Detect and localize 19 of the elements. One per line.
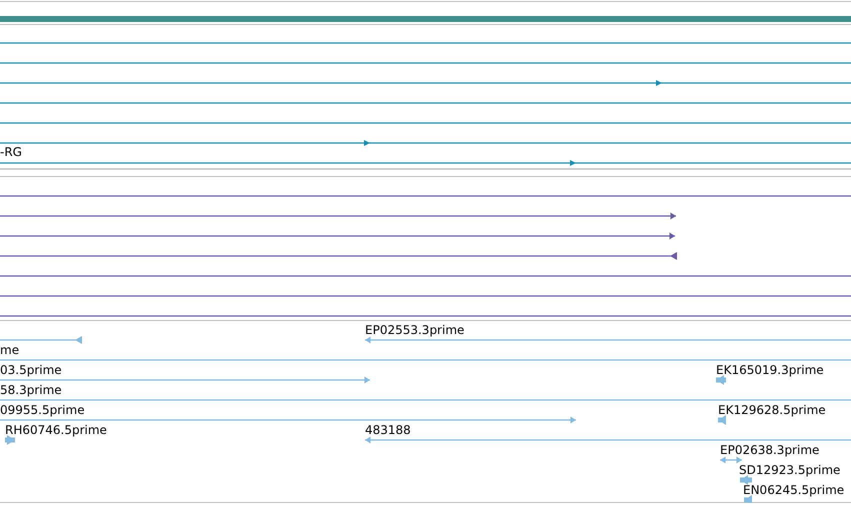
feature-label: EP02638.3prime: [720, 443, 820, 457]
feature-label: 09955.5prime: [0, 403, 85, 417]
feature-glyph: [716, 375, 726, 385]
feature-label: 483188: [365, 423, 411, 437]
feature-glyph: [744, 495, 752, 503]
feature-label: EN06245.5prime: [743, 483, 844, 497]
feature-label: RH60746.5prime: [5, 423, 107, 437]
feature-label: -RG: [0, 145, 22, 159]
feature-glyph: [740, 475, 752, 485]
feature-label: me: [0, 343, 20, 357]
feature-label: 58.3prime: [0, 383, 62, 397]
feature-glyph: [720, 456, 742, 464]
feature-glyph: [718, 415, 726, 425]
feature-glyph: [5, 435, 15, 445]
feature-label: 03.5prime: [0, 363, 62, 377]
feature-label: SD12923.5prime: [739, 463, 840, 477]
feature-label: EK129628.5prime: [718, 403, 826, 417]
feature-label: EK165019.3prime: [716, 363, 824, 377]
feature-label: EP02553.3prime: [365, 323, 464, 337]
